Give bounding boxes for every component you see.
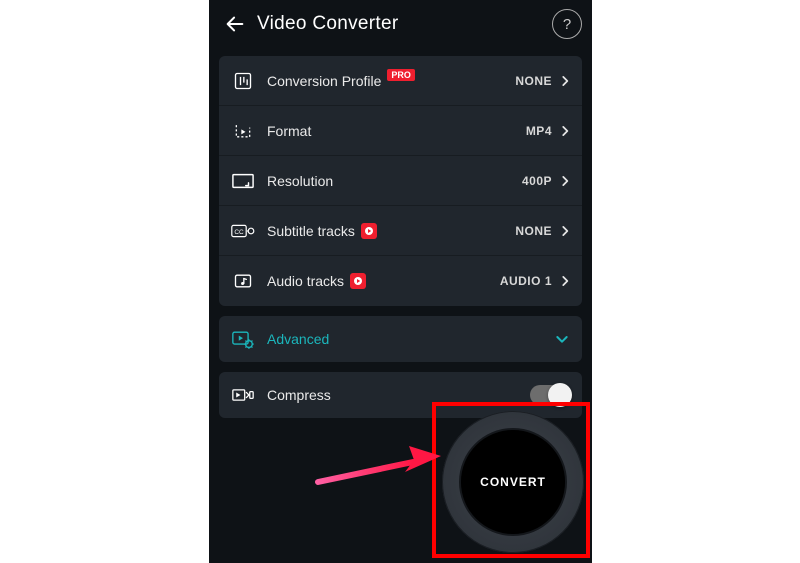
resolution-icon (231, 169, 255, 193)
chevron-right-icon (558, 174, 572, 188)
row-value: NONE (515, 74, 552, 88)
row-advanced[interactable]: Advanced (219, 316, 582, 362)
chevron-right-icon (558, 274, 572, 288)
row-audio-tracks[interactable]: Audio tracks AUDIO 1 (219, 256, 582, 306)
row-subtitle-tracks[interactable]: CC Subtitle tracks NONE (219, 206, 582, 256)
chevron-right-icon (558, 124, 572, 138)
row-label: Advanced (267, 331, 554, 347)
row-label: Conversion Profile PRO (267, 73, 515, 89)
sliders-icon (231, 69, 255, 93)
row-value: NONE (515, 224, 552, 238)
convert-button-container: CONVERT (442, 411, 584, 553)
audio-icon (231, 269, 255, 293)
notification-badge-icon (350, 273, 366, 289)
convert-button[interactable]: CONVERT (461, 430, 565, 534)
advanced-section: Advanced (219, 316, 582, 362)
row-value: 400P (522, 174, 552, 188)
back-button[interactable] (215, 4, 255, 44)
row-label: Resolution (267, 173, 522, 189)
row-resolution[interactable]: Resolution 400P (219, 156, 582, 206)
row-label: Format (267, 123, 526, 139)
help-button[interactable]: ? (552, 9, 582, 39)
toggle-knob (548, 383, 572, 407)
arrow-left-icon (224, 13, 246, 35)
row-value: MP4 (526, 124, 552, 138)
advanced-icon (231, 327, 255, 351)
chevron-down-icon (554, 331, 570, 347)
compress-icon (231, 383, 255, 407)
subtitle-icon: CC (231, 219, 255, 243)
pro-badge: PRO (387, 69, 415, 81)
row-label: Audio tracks (267, 273, 500, 289)
format-icon (231, 119, 255, 143)
row-format[interactable]: Format MP4 (219, 106, 582, 156)
svg-text:CC: CC (234, 229, 244, 236)
app-header: Video Converter ? (209, 0, 592, 48)
settings-list: Conversion Profile PRO NONE Format MP4 (219, 56, 582, 306)
chevron-right-icon (558, 224, 572, 238)
notification-badge-icon (361, 223, 377, 239)
compress-toggle[interactable] (530, 385, 570, 405)
convert-button-label: CONVERT (480, 475, 546, 489)
row-conversion-profile[interactable]: Conversion Profile PRO NONE (219, 56, 582, 106)
convert-button-ring: CONVERT (442, 411, 584, 553)
row-label: Subtitle tracks (267, 223, 515, 239)
help-icon: ? (563, 16, 571, 33)
page-title: Video Converter (255, 13, 552, 35)
video-converter-screen: Video Converter ? Conversion Profile PRO… (209, 0, 592, 563)
row-label: Compress (267, 387, 530, 403)
row-value: AUDIO 1 (500, 274, 552, 288)
chevron-right-icon (558, 74, 572, 88)
